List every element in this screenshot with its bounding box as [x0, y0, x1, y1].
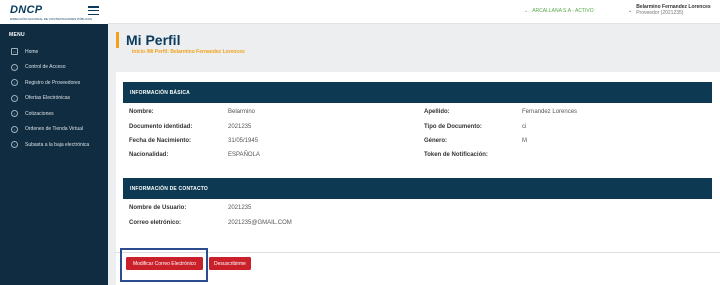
- tipo-documento-value: ci: [522, 124, 527, 130]
- top-bar: DNCP DIRECCIÓN NACIONAL DE CONTRATACIONE…: [0, 0, 720, 24]
- genero-value: M: [522, 138, 527, 144]
- sidebar-item-registro-proveedores[interactable]: › Registro de Proveedores: [0, 75, 108, 91]
- sidebar-item-label: Cotizaciones: [25, 110, 54, 117]
- sidebar-item-label: Registro de Proveedores: [25, 79, 81, 86]
- correo-value: 2021235@GMAIL.COM: [228, 220, 292, 226]
- breadcrumb[interactable]: Inicio /Mi Perfil: Belarmino Fernandez L…: [132, 49, 245, 55]
- unsubscribe-button[interactable]: Desuscribirme: [209, 257, 251, 270]
- profile-panel: INFORMACIÓN BÁSICA Nombre: Belarmino Ape…: [116, 72, 720, 285]
- sidebar: MENU ⌂ Home › Control de Acceso › Regist…: [0, 24, 108, 285]
- menu-title: MENU: [9, 32, 25, 38]
- circle-arrow-icon: ›: [11, 79, 18, 87]
- basic-info-header: INFORMACIÓN BÁSICA: [123, 82, 712, 103]
- sidebar-item-home[interactable]: ⌂ Home: [0, 44, 108, 60]
- user-role: Proveedor (2021235): [636, 10, 684, 16]
- sidebar-item-ofertas-electronicas[interactable]: › Ofertas Electrónicas: [0, 91, 108, 107]
- page-header: Mi Perfil Inicio /Mi Perfil: Belarmino F…: [116, 24, 720, 72]
- sidebar-item-label: Ofertas Electrónicas: [25, 95, 71, 102]
- logo-subtitle: DIRECCIÓN NACIONAL DE CONTRATACIONES PÚB…: [10, 16, 92, 21]
- documento-label: Documento identidad:: [129, 124, 193, 130]
- circle-arrow-icon: ›: [11, 110, 18, 118]
- sidebar-item-subasta[interactable]: › Subasta a la baja electrónica: [0, 137, 108, 153]
- sidebar-menu: ⌂ Home › Control de Acceso › Registro de…: [0, 44, 108, 153]
- correo-label: Correo eletrónico:: [129, 220, 182, 226]
- sidebar-item-label: Home: [25, 48, 39, 55]
- usuario-label: Nombre de Usuario:: [129, 205, 187, 211]
- chevron-down-icon: ⌄: [524, 8, 529, 14]
- usuario-value: 2021235: [228, 205, 252, 211]
- nacionalidad-value: ESPAÑOLA: [228, 152, 260, 158]
- token-label: Token de Notificación:: [424, 152, 488, 158]
- sidebar-item-label: Ordenes de Tienda Virtual: [25, 126, 84, 133]
- user-menu[interactable]: ⌄ Belarmino Fernandez Lorences Proveedor…: [628, 4, 711, 16]
- chevron-down-icon: ⌄: [628, 8, 633, 14]
- sidebar-item-ordenes-tienda-virtual[interactable]: › Ordenes de Tienda Virtual: [0, 122, 108, 138]
- circle-arrow-icon: ›: [11, 94, 18, 102]
- divider: [115, 252, 720, 253]
- circle-arrow-icon: ›: [11, 125, 18, 133]
- fecha-nacimiento-value: 31/05/1945: [228, 138, 259, 144]
- tipo-documento-label: Tipo de Documento:: [424, 124, 482, 130]
- nombre-value: Belarmino: [228, 109, 256, 115]
- company-label: ARCALLANA S.A - ACTIVO: [532, 8, 594, 14]
- sidebar-item-control-acceso[interactable]: › Control de Acceso: [0, 60, 108, 76]
- documento-value: 2021235: [228, 124, 252, 130]
- circle-arrow-icon: ›: [11, 63, 18, 71]
- sidebar-item-label: Control de Acceso: [25, 64, 66, 71]
- nombre-label: Nombre:: [129, 109, 154, 115]
- company-selector[interactable]: ⌄ ARCALLANA S.A - ACTIVO: [524, 8, 594, 14]
- contact-info-header: INFORMACIÓN DE CONTACTO: [123, 178, 712, 199]
- page-title: Mi Perfil: [116, 32, 180, 48]
- apellido-label: Apellido:: [424, 109, 450, 115]
- nacionalidad-label: Nacionalidad:: [129, 152, 169, 158]
- apellido-value: Fernandez Lorences: [522, 109, 578, 115]
- logo-title: DNCP: [10, 3, 43, 16]
- sidebar-item-cotizaciones[interactable]: › Cotizaciones: [0, 106, 108, 122]
- sidebar-item-label: Subasta a la baja electrónica: [25, 141, 90, 148]
- main-content: Mi Perfil Inicio /Mi Perfil: Belarmino F…: [108, 24, 720, 285]
- modify-email-button[interactable]: Modificar Correo Electrónico: [126, 257, 203, 270]
- genero-label: Género:: [424, 138, 448, 144]
- circle-arrow-icon: ›: [11, 141, 18, 149]
- hamburger-menu-icon[interactable]: [88, 6, 99, 15]
- fecha-nacimiento-label: Fecha de Nacimiento:: [129, 138, 192, 144]
- home-icon: ⌂: [11, 48, 18, 56]
